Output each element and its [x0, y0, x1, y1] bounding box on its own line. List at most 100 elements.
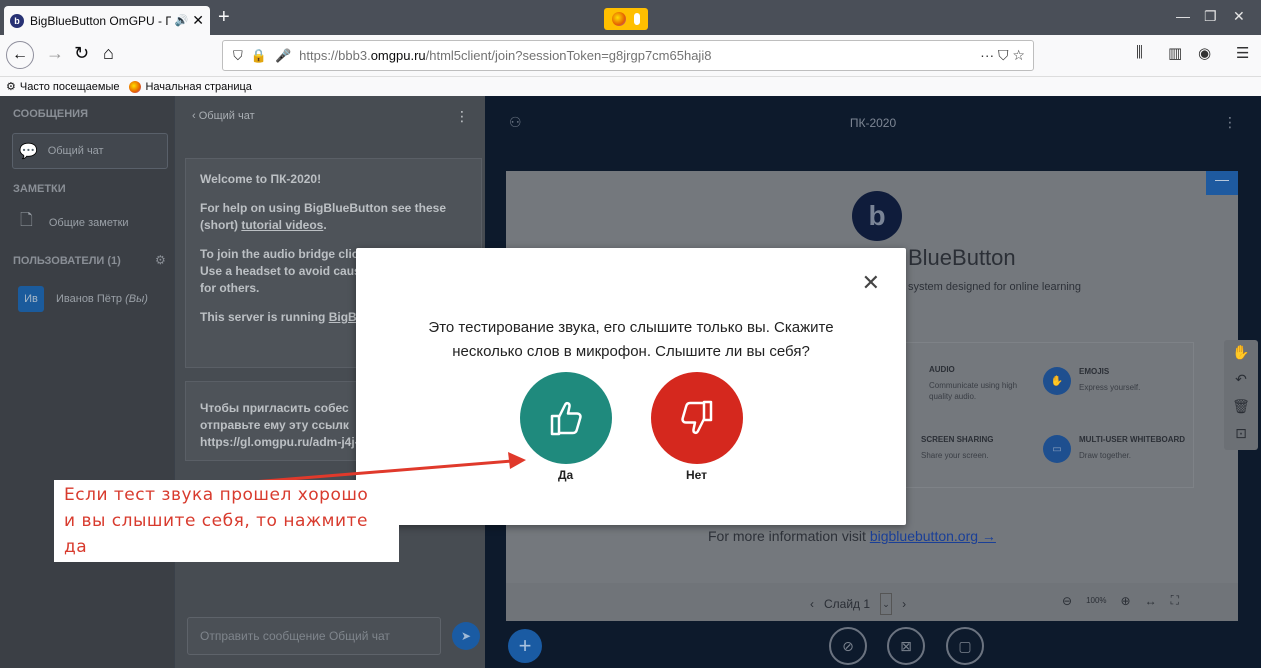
bbb-logo-icon: b [852, 191, 902, 241]
chat-options-icon[interactable]: ⋮ [455, 108, 469, 125]
slide-title: BlueButton [908, 245, 1016, 270]
welcome-server-text: This server is running [200, 310, 329, 324]
echo-test-message: Это тестирование звука, его слышите толь… [356, 316, 906, 364]
fullscreen-icon[interactable]: ⛶ [1171, 593, 1179, 608]
whiteboard-toolbar: ✋ ↶ 🗑 ⊡ [1224, 340, 1258, 450]
trash-icon[interactable]: 🗑 [1232, 398, 1250, 415]
mic-permission-icon[interactable]: 🎤 [275, 48, 291, 64]
feature-desc: Share your screen. [921, 451, 989, 460]
forward-arrow-icon[interactable]: → [46, 43, 64, 64]
restore-icon[interactable]: ❐ [1204, 8, 1217, 25]
notes-heading: ЗАМЕТКИ [13, 183, 66, 195]
zoom-level: 100% [1086, 596, 1107, 605]
feature-title: SCREEN SHARING [921, 435, 994, 444]
back-arrow-icon[interactable]: ← [6, 41, 34, 69]
zoom-in-icon[interactable]: ⊕ [1121, 594, 1131, 608]
user-list-item[interactable]: Ив Иванов Пётр (Вы) [18, 286, 148, 312]
hand-tool-icon[interactable]: ✋ [1232, 344, 1249, 361]
thumbs-up-icon [550, 401, 582, 436]
echo-test-modal: ✕ Это тестирование звука, его слышите то… [356, 248, 906, 525]
next-slide-icon[interactable]: › [902, 597, 906, 611]
emoji-hand-icon: ✋ [1043, 367, 1071, 395]
gear-icon: ⚙ [6, 81, 16, 93]
echo-yes-label: Да [558, 468, 574, 482]
options-menu-icon[interactable]: ⋮ [1223, 114, 1237, 131]
menu-icon[interactable]: ☰ [1236, 44, 1249, 62]
echo-test-line: Это тестирование звука, его слышите толь… [428, 319, 834, 336]
close-window-icon[interactable]: ✕ [1233, 8, 1245, 25]
annotation-callout: Если тест звука прошел хорошо и вы слыши… [54, 480, 399, 562]
echo-no-label: Нет [686, 468, 708, 482]
feature-audio: AUDIO Communicate using high quality audi… [921, 365, 1039, 402]
speaker-icon[interactable]: 🔊 [175, 14, 189, 27]
screenshare-icon[interactable]: ▢ [946, 627, 984, 665]
actions-plus-icon[interactable]: + [508, 629, 542, 663]
user-list-panel: СООБЩЕНИЯ 💬 Общий чат ЗАМЕТКИ 🗋 Общие за… [0, 96, 174, 668]
users-settings-gear-icon[interactable]: ⚙ [155, 253, 166, 267]
reload-icon[interactable]: ↻ [74, 43, 89, 64]
user-name-text: Иванов Пётр [56, 293, 123, 305]
prev-slide-icon[interactable]: ‹ [810, 597, 814, 611]
bbb-org-link[interactable]: bigbluebutton.org → [870, 528, 996, 544]
shared-notes-label: Общие заметки [48, 216, 129, 229]
firefox-icon [612, 12, 626, 26]
bookmark-most-visited[interactable]: ⚙ Часто посещаемые [6, 80, 119, 94]
annotation-line: Если тест звука прошел хорошо [64, 485, 369, 505]
multi-user-icon[interactable]: ⊡ [1235, 425, 1247, 442]
action-bar: + ⊘ ⊠ ▢ [485, 621, 1261, 668]
slide-select-label[interactable]: Слайд 1 [824, 597, 870, 611]
account-icon[interactable]: ◉ [1198, 44, 1211, 62]
tutorial-videos-link[interactable]: tutorial videos [241, 218, 323, 232]
camera-off-icon[interactable]: ⊠ [887, 627, 925, 665]
mic-muted-icon[interactable]: ⊘ [829, 627, 867, 665]
feature-desc: Communicate using high quality audio. [929, 381, 1018, 401]
page-actions[interactable]: ··· ⛉ ☆ [980, 47, 1025, 64]
public-chat-label: Общий чат [47, 145, 104, 157]
library-icon[interactable]: ⫼ [1136, 44, 1143, 61]
welcome-help: For help on using BigBlueButton see thes… [200, 200, 467, 234]
send-icon[interactable]: ➤ [452, 622, 480, 650]
site-info-group[interactable]: ⛉ 🔒 🎤 [233, 48, 291, 64]
url-text[interactable]: https://bbb3.omgpu.ru/html5client/join?s… [299, 48, 711, 63]
feature-whiteboard: ▭ MULTI-USER WHITEBOARD Draw together. [1043, 435, 1185, 463]
bookmarks-bar: ⚙ Часто посещаемые Начальная страница [0, 77, 1261, 96]
public-chat-item[interactable]: 💬 Общий чат [12, 133, 168, 169]
browser-nav-bar: ← → ↻ ⌂ ⛉ 🔒 🎤 https://bbb3.omgpu.ru/html… [0, 35, 1261, 77]
sidebar-icon[interactable]: ▥ [1168, 44, 1182, 62]
chat-header[interactable]: ‹ Общий чат [192, 110, 255, 122]
address-bar[interactable]: ⛉ 🔒 🎤 https://bbb3.omgpu.ru/html5client/… [222, 40, 1034, 71]
browser-tab[interactable]: b BigBlueButton OmGPU - ПК 🔊 ✕ [4, 6, 210, 35]
new-tab-button[interactable]: + [218, 6, 230, 29]
user-name: Иванов Пётр (Вы) [56, 293, 148, 305]
echo-yes-button[interactable] [520, 372, 612, 464]
feature-title: MULTI-USER WHITEBOARD [1079, 435, 1186, 444]
lock-icon: 🔒 [250, 47, 267, 63]
chevron-down-icon[interactable]: ⌄ [880, 593, 893, 615]
minimize-icon[interactable]: — [1176, 8, 1190, 24]
minimize-presentation-icon[interactable]: — [1206, 171, 1238, 195]
tab-close-icon[interactable]: ✕ [192, 12, 204, 29]
home-icon[interactable]: ⌂ [103, 43, 114, 64]
nav-header: ⚇ ПК-2020 ⋮ [485, 96, 1261, 152]
feature-title: EMOJIS [1079, 367, 1110, 376]
thumbs-down-icon [681, 400, 713, 435]
echo-no-button[interactable] [651, 372, 743, 464]
close-icon[interactable]: ✕ [862, 270, 880, 296]
whiteboard-icon: ▭ [1043, 435, 1071, 463]
fit-width-icon[interactable]: ↔ [1145, 594, 1157, 608]
more-info-text: For more information visit [708, 528, 870, 544]
welcome-others-line: for others. [200, 281, 260, 295]
firefox-icon [129, 80, 142, 93]
tracking-shield-icon[interactable]: ⛉ [233, 48, 243, 64]
feature-desc: Express yourself. [1079, 383, 1141, 392]
sharing-indicator[interactable] [604, 8, 648, 30]
welcome-help-end: . [323, 218, 327, 232]
avatar: Ив [18, 286, 44, 312]
chat-message-input[interactable]: Отправить сообщение Общий чат [187, 617, 441, 655]
zoom-out-icon[interactable]: ⊖ [1062, 594, 1072, 608]
undo-icon[interactable]: ↶ [1235, 371, 1247, 388]
welcome-title: Welcome to ПК-2020! [200, 172, 322, 186]
shared-notes-item[interactable]: 🗋 Общие заметки [20, 209, 129, 236]
zoom-controls: ⊖ 100% ⊕ ↔ ⛶ [1062, 593, 1179, 608]
bookmark-start-page[interactable]: Начальная страница [129, 80, 252, 93]
